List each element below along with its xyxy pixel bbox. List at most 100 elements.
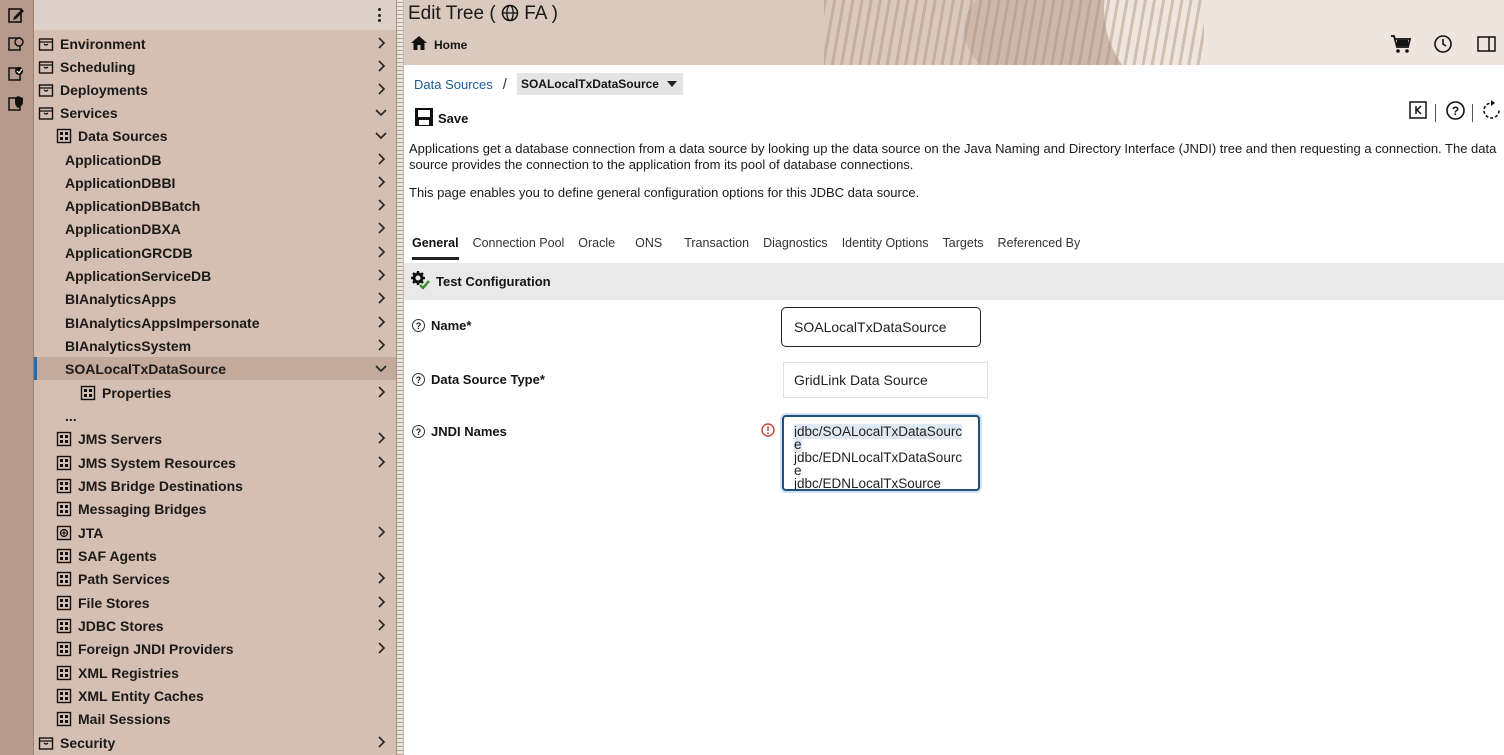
tree-item-applicationgrcdb[interactable]: ApplicationGRCDB [34,241,396,264]
name-field[interactable]: SOALocalTxDataSource [781,307,981,347]
chevron-right-icon[interactable] [374,385,388,399]
tree-item-jms-system-resources[interactable]: JMS System Resources [34,451,396,474]
tree-item-mail-sessions[interactable]: Mail Sessions [34,707,396,730]
chevron-right-icon[interactable] [374,455,388,469]
chevron-down-icon[interactable] [374,361,388,375]
tree-item-data-sources[interactable]: Data Sources [34,124,396,147]
help-question-icon[interactable]: ? [1445,100,1467,122]
home-link[interactable]: Home [410,35,467,54]
package-icon [38,36,54,52]
tree-item-file-stores[interactable]: File Stores [34,591,396,614]
shopping-cart-icon[interactable] [1390,33,1412,55]
security-data-tree-icon[interactable] [5,92,27,114]
kebab-menu-icon[interactable] [374,6,384,24]
package-icon [38,82,54,98]
chevron-right-icon[interactable] [374,36,388,50]
history-icon[interactable] [1432,33,1454,55]
tab-general[interactable]: General [412,230,459,260]
chevron-right-icon[interactable] [374,221,388,235]
tab-connection-pool[interactable]: Connection Pool [473,230,565,260]
tree-item-jta[interactable]: JTA [34,521,396,544]
breadcrumb-instance-select[interactable]: SOALocalTxDataSource [516,73,683,95]
tree-item-soalocaltxdatasource[interactable]: SOALocalTxDataSource [34,357,396,380]
tree-item-properties[interactable]: Properties [34,381,396,404]
tree-item-foreign-jndi-providers[interactable]: Foreign JNDI Providers [34,637,396,660]
tab-ons[interactable]: ONS [635,230,662,260]
tree-item-label: ApplicationDBBI [65,174,176,191]
chevron-right-icon[interactable] [374,152,388,166]
tree-item-environment[interactable]: Environment [34,32,396,55]
jndi-names-textarea[interactable]: jdbc/SOALocalTxDataSourc e jdbc/EDNLocal… [782,415,980,491]
chevron-right-icon[interactable] [374,175,388,189]
tab-identity-options[interactable]: Identity Options [842,230,929,260]
tab-oracle[interactable]: Oracle [578,230,615,260]
package-icon [38,59,54,75]
monitoring-tree-icon[interactable] [5,62,27,84]
tree-item-messaging-bridges[interactable]: Messaging Bridges [34,497,396,520]
edit-tree-icon[interactable] [5,4,27,26]
tab-targets[interactable]: Targets [943,230,984,260]
tree-item-scheduling[interactable]: Scheduling [34,55,396,78]
package-icon [38,105,54,121]
chevron-right-icon[interactable] [374,431,388,445]
tree-item-bianalyticsapps[interactable]: BIAnalyticsApps [34,287,396,310]
tree-item-label: Mail Sessions [78,710,171,727]
tree-item-services[interactable]: Services [34,101,396,124]
tree-item-applicationservicedb[interactable]: ApplicationServiceDB [34,264,396,287]
chevron-right-icon[interactable] [374,59,388,73]
tree-item-deployments[interactable]: Deployments [34,78,396,101]
tree-item-xml-registries[interactable]: XML Registries [34,661,396,684]
panel-splitter[interactable] [396,0,404,755]
configuration-view-icon[interactable] [5,33,27,55]
chevron-right-icon[interactable] [374,82,388,96]
navigation-tree: Environment Scheduling Deployments Services… [34,0,396,755]
tree-item-jdbc-stores[interactable]: JDBC Stores [34,614,396,637]
collapse-panel-icon[interactable] [1408,100,1430,122]
chevron-down-icon[interactable] [374,128,388,142]
tree-item-label: Deployments [60,81,148,98]
jndi-names-label: ? JNDI Names [412,424,507,439]
chevron-right-icon[interactable] [374,338,388,352]
tab-transaction[interactable]: Transaction [684,230,749,260]
tree-item-xml-entity-caches[interactable]: XML Entity Caches [34,684,396,707]
chevron-right-icon[interactable] [374,525,388,539]
field-help-icon[interactable]: ? [412,373,425,386]
chevron-right-icon[interactable] [374,595,388,609]
tree-item-path-services[interactable]: Path Services [34,567,396,590]
field-help-icon[interactable]: ? [412,319,425,332]
chevron-down-icon[interactable] [374,105,388,119]
tree-item-security[interactable]: Security [34,731,396,754]
grid-icon [56,571,72,587]
chevron-right-icon[interactable] [374,618,388,632]
chevron-right-icon[interactable] [374,291,388,305]
tree-item-jms-servers[interactable]: JMS Servers [34,427,396,450]
chevron-right-icon[interactable] [374,571,388,585]
tab-referenced-by[interactable]: Referenced By [998,230,1081,260]
chevron-right-icon[interactable] [374,315,388,329]
data-source-type-value: GridLink Data Source [783,362,988,398]
kiosk-panel-icon[interactable] [1476,33,1498,55]
chevron-right-icon[interactable] [374,198,388,212]
warning-icon[interactable] [761,423,775,437]
tree-item-label: ApplicationDB [65,151,162,168]
breadcrumb-link-data-sources[interactable]: Data Sources [414,77,493,92]
chevron-right-icon[interactable] [374,268,388,282]
tree-item-applicationdb[interactable]: ApplicationDB [34,148,396,171]
tree-item-applicationdbbi[interactable]: ApplicationDBBI [34,171,396,194]
chevron-right-icon[interactable] [374,245,388,259]
chevron-right-icon[interactable] [374,641,388,655]
grid-icon [56,641,72,657]
tree-item-more[interactable]: ... [34,404,396,427]
tree-item-applicationdbbatch[interactable]: ApplicationDBBatch [34,194,396,217]
tree-item-bianalyticsappsimpersonate[interactable]: BIAnalyticsAppsImpersonate [34,311,396,334]
tree-item-jms-bridge-destinations[interactable]: JMS Bridge Destinations [34,474,396,497]
sync-icon[interactable] [1482,100,1502,122]
tree-item-saf-agents[interactable]: SAF Agents [34,544,396,567]
field-help-icon[interactable]: ? [412,425,425,438]
tab-diagnostics[interactable]: Diagnostics [763,230,828,260]
save-button[interactable]: Save [414,107,468,130]
test-configuration-button[interactable]: Test Configuration [404,263,1504,300]
chevron-right-icon[interactable] [374,735,388,749]
tree-item-bianalyticssystem[interactable]: BIAnalyticsSystem [34,334,396,357]
tree-item-applicationdbxa[interactable]: ApplicationDBXA [34,217,396,240]
